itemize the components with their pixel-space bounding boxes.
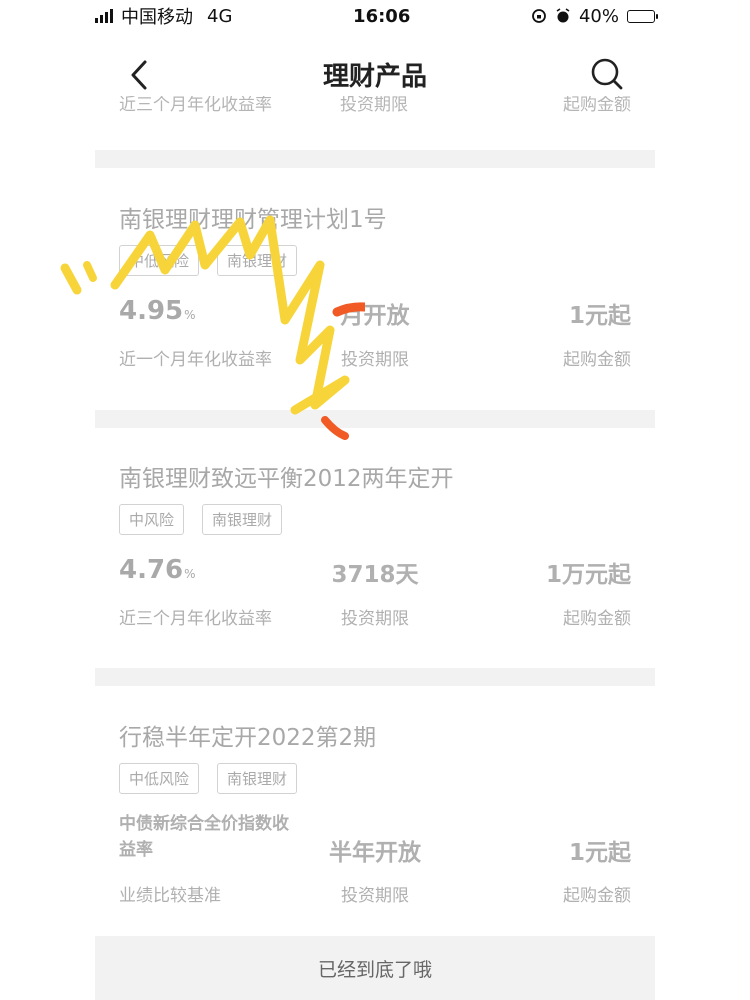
issuer-tag: 南银理财	[217, 245, 298, 276]
yield-value: 4.95	[119, 296, 184, 326]
yield-rate: 4.95%	[119, 296, 196, 326]
status-right: 40%	[531, 5, 658, 27]
yield-label: 近一个月年化收益率	[119, 350, 272, 370]
product-name: 行稳半年定开2022第2期	[119, 725, 377, 751]
min-purchase-label: 起购金额	[563, 350, 631, 370]
product-card[interactable]: 行稳半年定开2022第2期 中低风险 南银理财 中债新综合全价指数收益率 业绩比…	[95, 718, 655, 918]
investment-period: 3718天	[331, 562, 419, 588]
min-purchase: 1万元起	[545, 562, 631, 588]
search-button[interactable]	[589, 56, 625, 92]
benchmark-label: 业绩比较基准	[119, 886, 221, 906]
search-icon	[591, 58, 623, 90]
partial-period-label: 投资期限	[340, 96, 408, 115]
product-tags: 中低风险 南银理财	[119, 245, 298, 276]
yield-value: 4.76	[119, 555, 184, 585]
partial-product-row: 近三个月年化收益率 投资期限 起购金额	[95, 96, 655, 118]
partial-rate-label: 近三个月年化收益率	[119, 96, 272, 115]
product-card[interactable]: 南银理财致远平衡2012两年定开 中风险 南银理财 4.76% 近三个月年化收益…	[95, 459, 655, 659]
product-card[interactable]: 南银理财理财管理计划1号 中低风险 南银理财 4.95% 近一个月年化收益率 月…	[95, 200, 655, 400]
status-bar: 中国移动 4G 16:06 40%	[95, 0, 658, 32]
investment-period-label: 投资期限	[341, 886, 409, 906]
section-divider	[95, 410, 655, 428]
yellow-dash-2	[83, 261, 97, 282]
product-tags: 中风险 南银理财	[119, 504, 283, 535]
yellow-dash-1	[60, 263, 82, 295]
benchmark-value: 中债新综合全价指数收益率	[119, 814, 289, 860]
battery-icon	[627, 9, 658, 23]
alarm-icon	[556, 8, 570, 23]
investment-period-label: 投资期限	[341, 609, 409, 629]
product-name: 南银理财理财管理计划1号	[119, 207, 387, 233]
investment-period-label: 投资期限	[341, 350, 409, 370]
risk-tag: 中风险	[119, 504, 185, 535]
issuer-tag: 南银理财	[217, 763, 298, 794]
min-purchase: 1元起	[568, 840, 631, 866]
end-of-list-text: 已经到底了哦	[317, 958, 432, 981]
page-title: 理财产品	[322, 62, 427, 92]
min-purchase-label: 起购金额	[563, 886, 631, 906]
risk-tag: 中低风险	[119, 763, 200, 794]
rotation-lock-icon	[532, 9, 546, 23]
issuer-tag: 南银理财	[202, 504, 283, 535]
network-label: 4G	[207, 5, 233, 27]
status-time: 16:06	[353, 5, 411, 27]
yield-rate: 4.76%	[119, 555, 196, 585]
min-purchase: 1元起	[568, 303, 631, 329]
product-tags: 中低风险 南银理财	[119, 763, 298, 794]
risk-tag: 中低风险	[119, 245, 200, 276]
yield-unit: %	[184, 567, 196, 581]
yield-unit: %	[184, 308, 196, 322]
investment-period: 半年开放	[329, 840, 421, 866]
end-of-list-footer: 已经到底了哦	[95, 936, 655, 1000]
carrier-label: 中国移动	[121, 7, 193, 28]
yield-label: 近三个月年化收益率	[119, 609, 272, 629]
section-divider	[95, 668, 655, 686]
section-divider	[95, 150, 655, 168]
signal-icon	[95, 9, 113, 23]
battery-percent: 40%	[578, 5, 619, 27]
investment-period: 月开放	[340, 303, 410, 329]
partial-amount-label: 起购金额	[563, 96, 631, 115]
product-name: 南银理财致远平衡2012两年定开	[119, 466, 454, 492]
min-purchase-label: 起购金额	[563, 609, 631, 629]
status-left: 中国移动 4G	[95, 3, 232, 29]
